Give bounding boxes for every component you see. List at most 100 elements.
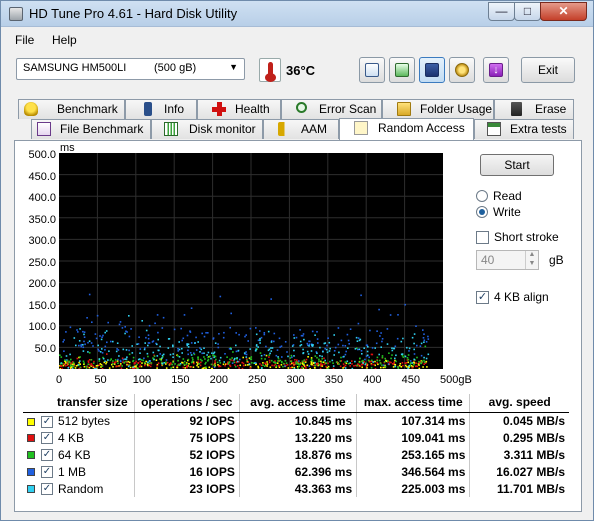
start-button[interactable]: Start [480,154,554,176]
access-point [416,344,418,347]
row-checkbox[interactable]: ✓ [41,466,53,479]
access-point [230,348,232,350]
access-point [120,363,122,365]
access-point [87,363,90,366]
save-button[interactable] [419,57,445,83]
copy-info-button[interactable] [359,57,385,83]
tab-disk-monitor[interactable]: Disk monitor [151,119,263,139]
copy-screenshot-button[interactable] [389,57,415,83]
access-point [104,345,107,348]
access-point [289,367,292,369]
access-point [420,354,423,357]
access-point [313,366,316,369]
access-point [193,362,195,365]
menu-file[interactable]: File [15,33,34,47]
access-point [64,365,67,367]
access-point [226,356,228,358]
align-4kb-checkbox[interactable]: ✓ [476,291,489,304]
minimize-button[interactable]: — [488,2,515,21]
menu-help[interactable]: Help [52,33,77,47]
title-bar[interactable]: HD Tune Pro 4.61 - Hard Disk Utility — □… [1,1,593,27]
close-button[interactable]: ✕ [540,2,587,21]
access-point [118,323,121,326]
access-point [402,356,405,358]
row-checkbox[interactable]: ✓ [41,483,53,496]
access-point [161,362,164,365]
access-point [85,365,88,368]
access-point [173,328,176,331]
options-button[interactable] [449,57,475,83]
access-point [360,350,363,352]
access-point [147,361,149,364]
read-label: Read [493,189,522,203]
access-point [322,350,324,353]
maximize-button[interactable]: □ [514,2,541,21]
floppy-disk-icon [425,63,439,77]
access-point [422,329,424,331]
access-point [324,342,327,344]
access-point [141,320,143,322]
bar-chart-icon [164,122,178,136]
exit-button[interactable]: Exit [521,57,575,83]
access-point [360,294,362,297]
access-point [193,352,195,354]
access-point [203,335,206,338]
access-point [285,362,288,364]
window-title: HD Tune Pro 4.61 - Hard Disk Utility [29,6,238,21]
tab-health[interactable]: Health [197,99,281,119]
short-stroke-checkbox[interactable] [476,231,489,244]
transfer-size-cell: ✓ 512 bytes [23,412,134,429]
tab-benchmark[interactable]: Benchmark [18,99,125,119]
access-point [195,336,197,339]
access-point [148,360,151,362]
access-point [248,363,251,365]
tab-aam[interactable]: AAM [263,119,339,139]
tab-info[interactable]: Info [125,99,197,119]
magnifier-icon [296,102,307,113]
access-point [162,316,165,319]
access-point [255,327,257,329]
transfer-size: 1 MB [58,464,87,479]
tab-extra-tests[interactable]: Extra tests [474,119,574,139]
read-radio[interactable] [476,190,488,202]
access-point [425,360,428,363]
access-point [268,361,271,364]
access-point [332,367,335,369]
access-point [259,337,261,340]
tab-folder-usage[interactable]: Folder Usage [382,99,494,119]
max-access-cell: 107.314 ms [356,412,470,429]
write-radio[interactable] [476,206,488,218]
access-point [388,352,390,354]
download-button[interactable]: ↓ [483,57,509,83]
row-checkbox[interactable]: ✓ [41,449,53,462]
tab-file-benchmark[interactable]: File Benchmark [31,119,151,139]
access-point [327,365,330,368]
row-checkbox[interactable]: ✓ [41,415,53,428]
drive-select[interactable]: SAMSUNG HM500LI (500 gB) ▼ [16,58,245,80]
access-point [376,356,379,359]
tab-erase[interactable]: Erase [494,99,574,119]
access-point [300,368,302,369]
access-point [242,356,244,359]
access-point [99,335,101,337]
tab-random-access[interactable]: Random Access [339,118,474,140]
access-point [280,364,283,366]
tab-error-scan[interactable]: Error Scan [281,99,382,119]
access-point [124,332,126,335]
access-point [172,345,174,348]
access-point [85,368,88,369]
access-point [79,360,81,362]
access-point [136,343,138,345]
access-point [343,365,345,368]
access-point [318,360,320,362]
access-point [156,355,159,357]
access-point [302,352,305,354]
access-point [161,327,164,329]
row-checkbox[interactable]: ✓ [41,432,53,445]
access-point [300,334,303,337]
color-swatch [27,485,35,494]
access-point [302,333,305,335]
access-point [425,341,428,343]
access-point [309,368,311,369]
access-point [235,344,237,347]
